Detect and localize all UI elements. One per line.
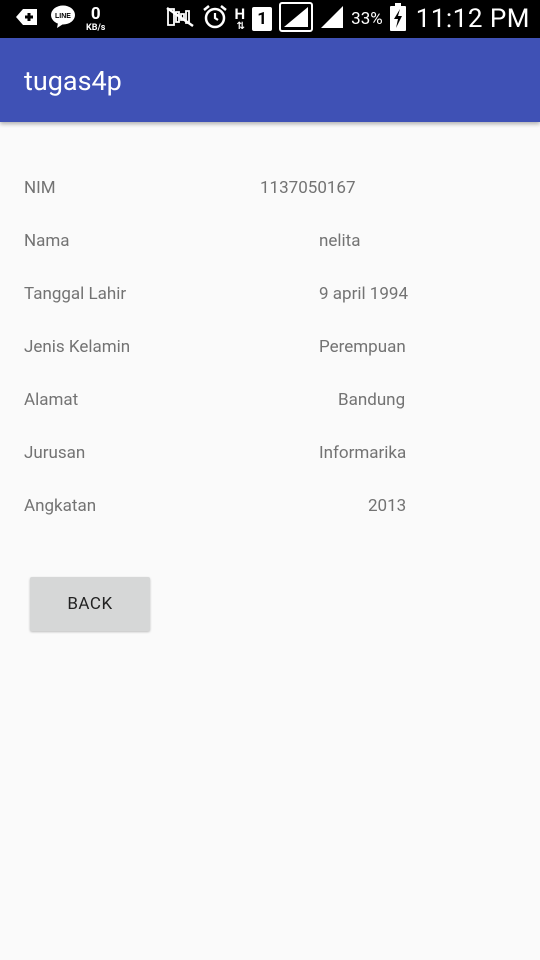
detail-row-tanggal-lahir: Tanggal Lahir 9 april 1994	[0, 284, 540, 314]
detail-row-nama: Nama nelita	[0, 231, 540, 261]
signal-icon	[279, 2, 314, 36]
detail-label: Jurusan	[24, 443, 86, 463]
battery-percent: 33%	[351, 9, 383, 29]
detail-value: Bandung	[338, 390, 406, 410]
detail-value: nelita	[319, 231, 361, 251]
signal-icon-2	[320, 5, 344, 33]
detail-row-alamat: Alamat Bandung	[0, 390, 540, 420]
detail-row-angkatan: Angkatan 2013	[0, 496, 540, 526]
detail-label: Tanggal Lahir	[24, 284, 127, 304]
detail-value: Perempuan	[319, 337, 406, 357]
detail-label: Alamat	[24, 390, 79, 410]
detail-row-jurusan: Jurusan Informarika	[0, 443, 540, 473]
detail-value: 2013	[368, 496, 407, 516]
line-app-icon: LINE	[50, 5, 76, 33]
detail-row-nim: NIM 1137050167	[0, 178, 540, 208]
detail-row-jenis-kelamin: Jenis Kelamin Perempuan	[0, 337, 540, 367]
network-type-indicator: H ⇅	[234, 4, 246, 32]
app-bar: tugas4p	[0, 38, 540, 122]
detail-label: Jenis Kelamin	[24, 337, 131, 357]
app-title: tugas4p	[24, 65, 122, 97]
detail-label: NIM	[24, 178, 56, 198]
net-speed-unit: KB/s	[86, 22, 106, 33]
back-button[interactable]: BACK	[30, 577, 150, 631]
clock: 11:12 PM	[415, 4, 530, 34]
detail-label: Angkatan	[24, 496, 97, 516]
detail-value: 1137050167	[260, 178, 356, 198]
net-speed-value: 0	[90, 3, 101, 24]
detail-label: Nama	[24, 231, 70, 251]
mute-icon	[165, 6, 195, 32]
net-speed: 0 KB/s	[86, 3, 106, 33]
detail-value: Informarika	[319, 443, 407, 463]
data-arrows-icon: ⇅	[236, 20, 246, 32]
sim-slot-icon: 1	[252, 7, 273, 31]
detail-value: 9 april 1994	[319, 284, 409, 304]
battery-charging-icon	[389, 3, 406, 35]
status-bar: LINE 0 KB/s H ⇅ 1 33% 11:12 PM	[0, 0, 540, 38]
network-type-label: H	[234, 4, 246, 23]
svg-text:LINE: LINE	[55, 13, 71, 20]
add-notification-icon	[12, 5, 40, 33]
alarm-icon	[202, 4, 228, 34]
